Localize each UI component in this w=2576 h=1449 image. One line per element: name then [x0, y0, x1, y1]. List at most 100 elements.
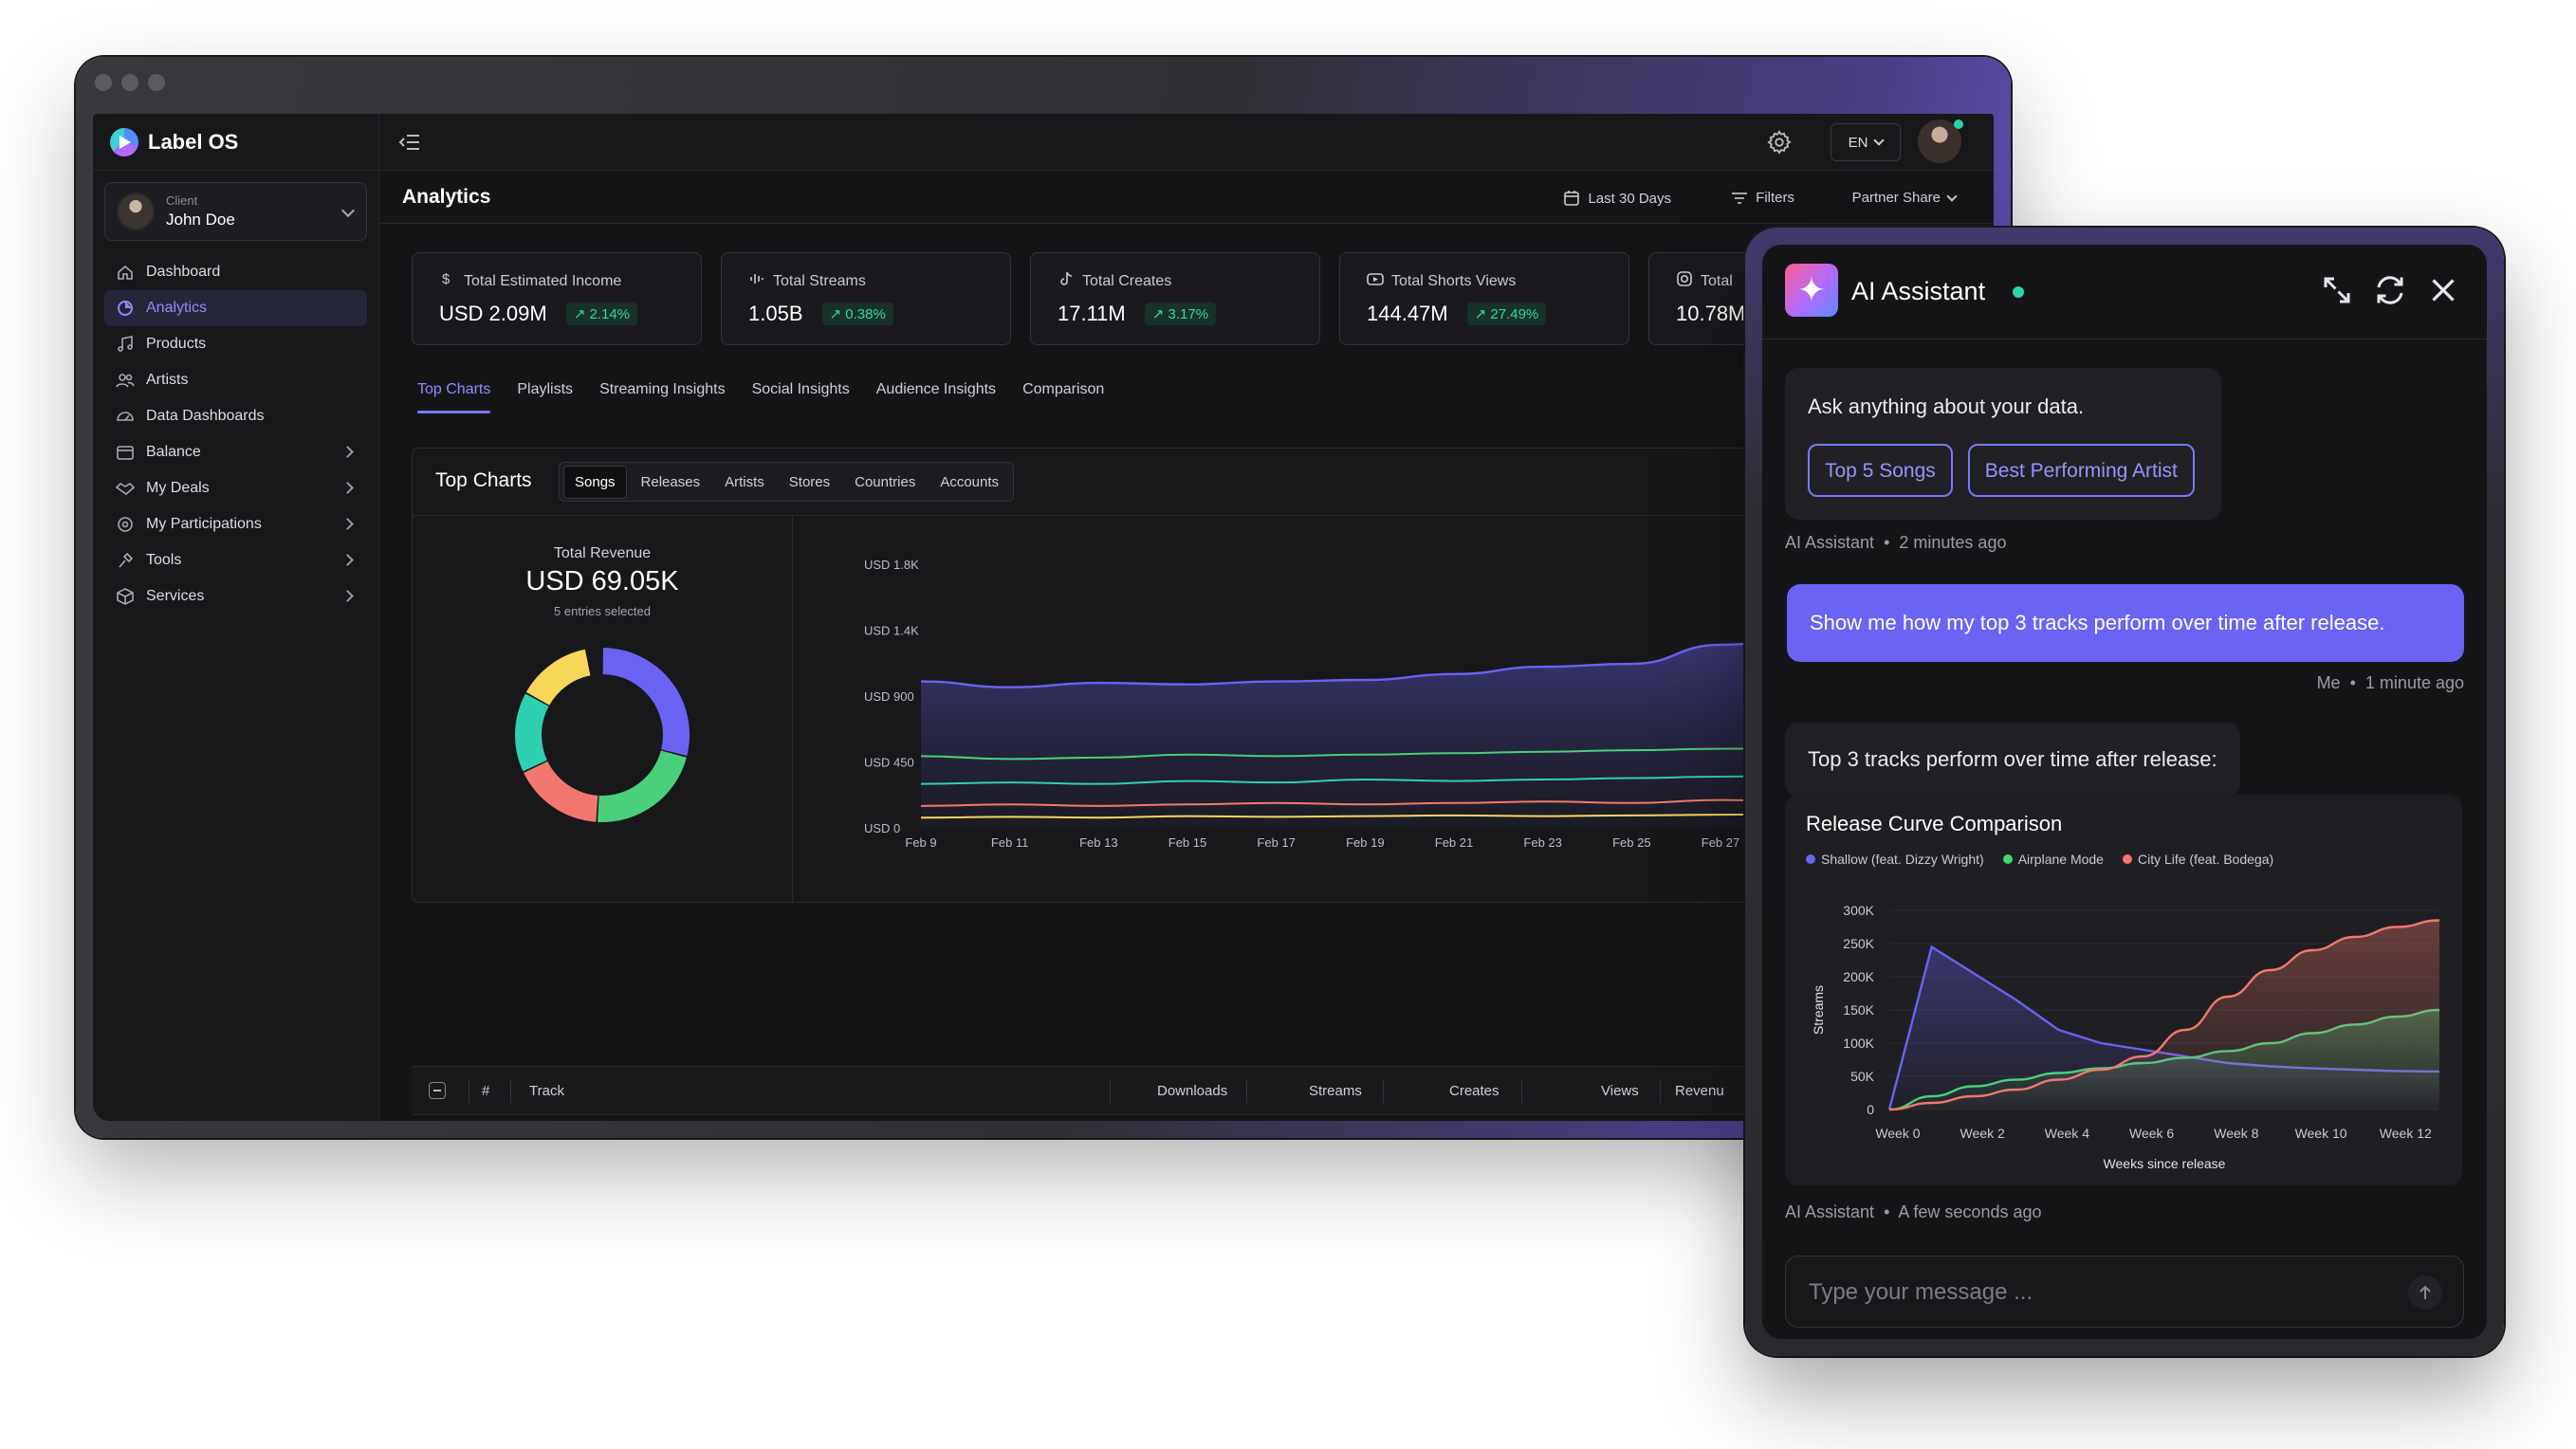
- y-axis-label: Streams: [1811, 985, 1826, 1035]
- sidebar-item-services[interactable]: Services: [104, 578, 367, 614]
- donut-slice[interactable]: [598, 750, 687, 822]
- kpi-card[interactable]: Total Shorts Views 144.47M ↗ 27.49%: [1339, 252, 1629, 345]
- col-header-downloads[interactable]: Downloads: [1157, 1083, 1227, 1099]
- kpi-delta-badge: ↗ 2.14%: [565, 303, 638, 325]
- sidebar-item-label: Analytics: [146, 300, 208, 316]
- col-header-creates[interactable]: Creates: [1449, 1083, 1500, 1099]
- tab-audience-insights[interactable]: Audience Insights: [876, 381, 996, 413]
- sidebar-item-my-participations[interactable]: My Participations: [104, 506, 367, 542]
- x-tick-label: Feb 15: [1168, 835, 1206, 850]
- client-selector[interactable]: Client John Doe: [104, 182, 367, 241]
- legend-item[interactable]: Airplane Mode: [2002, 852, 2104, 867]
- y-tick-label: 200K: [1843, 969, 1874, 984]
- legend-swatch: [1806, 854, 1815, 864]
- sidebar-item-dashboard[interactable]: Dashboard: [104, 254, 367, 290]
- tab-playlists[interactable]: Playlists: [517, 381, 573, 413]
- legend-item[interactable]: Shallow (feat. Dizzy Wright): [1806, 852, 1984, 867]
- brand[interactable]: Label OS: [93, 114, 378, 171]
- gear-icon[interactable]: [1766, 129, 1793, 156]
- tab-social-insights[interactable]: Social Insights: [752, 381, 850, 413]
- sidebar-item-analytics[interactable]: Analytics: [104, 290, 367, 326]
- send-button[interactable]: [2408, 1275, 2442, 1310]
- assistant-intro-message: Ask anything about your data. Top 5 Song…: [1785, 368, 2221, 520]
- chevron-down-icon: [1946, 190, 1958, 202]
- meta-sender: AI Assistant: [1785, 533, 1875, 552]
- select-all-checkbox[interactable]: [429, 1082, 446, 1099]
- legend-item[interactable]: City Life (feat. Bodega): [2122, 852, 2273, 867]
- segment-releases[interactable]: Releases: [631, 467, 711, 498]
- kpi-card[interactable]: Total Streams 1.05B ↗ 0.38%: [721, 252, 1011, 345]
- total-revenue-label: Total Revenue: [553, 545, 652, 561]
- user-message-text: Show me how my top 3 tracks perform over…: [1810, 611, 2385, 634]
- y-tick-label: USD 1.8K: [864, 558, 919, 572]
- x-tick-label: Feb 19: [1346, 835, 1384, 850]
- language-selector[interactable]: EN: [1831, 123, 1901, 161]
- window-zoom-dot[interactable]: [148, 74, 165, 91]
- window-minimize-dot[interactable]: [121, 74, 138, 91]
- tab-comparison[interactable]: Comparison: [1022, 381, 1104, 413]
- y-tick-label: 100K: [1843, 1036, 1874, 1051]
- suggestion-chip[interactable]: Best Performing Artist: [1967, 444, 2195, 497]
- x-tick-label: Week 6: [2129, 1126, 2174, 1141]
- total-revenue-value: USD 69.05K: [525, 566, 679, 596]
- kpi-value-row: 144.47M ↗ 27.49%: [1367, 302, 1602, 326]
- filters-button[interactable]: Filters: [1731, 190, 1794, 206]
- kpi-label: Total Streams: [773, 272, 866, 289]
- col-header-track[interactable]: Track: [529, 1083, 564, 1099]
- donut-slice[interactable]: [524, 761, 598, 822]
- kpi-value-row: 1.05B ↗ 0.38%: [748, 302, 984, 326]
- ai-assistant-window: ✦ AI Assistant Ask anything about your d…: [1745, 228, 2504, 1356]
- tab-top-charts[interactable]: Top Charts: [417, 381, 491, 413]
- col-header-revenue[interactable]: Revenu: [1675, 1083, 1724, 1099]
- refresh-icon[interactable]: [2373, 273, 2407, 307]
- suggestion-chips: Top 5 Songs Best Performing Artist: [1808, 444, 2195, 497]
- sidebar-item-products[interactable]: Products: [104, 326, 367, 362]
- kpi-card[interactable]: $ Total Estimated Income USD 2.09M ↗ 2.14%: [412, 252, 702, 345]
- expand-icon[interactable]: [2320, 273, 2354, 307]
- revenue-donut-chart: [515, 648, 690, 822]
- suggestion-chip[interactable]: Top 5 Songs: [1808, 444, 1953, 497]
- window-close-dot[interactable]: [95, 74, 112, 91]
- segment-stores[interactable]: Stores: [779, 467, 840, 498]
- sidebar-item-label: Data Dashboards: [146, 408, 265, 424]
- x-tick-label: Feb 21: [1435, 835, 1473, 850]
- meta-time: 1 minute ago: [2364, 673, 2464, 692]
- sidebar-item-label: Services: [146, 588, 205, 604]
- y-tick-label: USD 1.4K: [864, 624, 919, 638]
- user-meta: Me • 1 minute ago: [2317, 673, 2464, 693]
- entries-selected: 5 entries selected: [554, 604, 651, 618]
- sidebar-item-my-deals[interactable]: My Deals: [104, 470, 367, 506]
- sidebar-item-artists[interactable]: Artists: [104, 362, 367, 398]
- chevron-right-icon: [341, 482, 354, 494]
- sidebar-item-balance[interactable]: Balance: [104, 434, 367, 470]
- ai-header: ✦ AI Assistant: [1762, 245, 2487, 339]
- sidebar-item-tools[interactable]: Tools: [104, 542, 367, 578]
- legend-label: Airplane Mode: [2017, 852, 2104, 867]
- legend-swatch: [2122, 854, 2132, 864]
- chart-title: Release Curve Comparison: [1806, 812, 2063, 835]
- sidebar-item-data-dashboards[interactable]: Data Dashboards: [104, 398, 367, 434]
- kpi-card[interactable]: Total Creates 17.11M ↗ 3.17%: [1030, 252, 1320, 345]
- col-header-streams[interactable]: Streams: [1309, 1083, 1362, 1099]
- entity-segmented-control: Songs Releases Artists Stores Countries Accou…: [559, 462, 1015, 502]
- trend-up-icon: ↗: [573, 306, 590, 322]
- segment-artists[interactable]: Artists: [714, 467, 775, 498]
- segment-songs[interactable]: Songs: [563, 465, 627, 499]
- sidebar-item-label: My Participations: [146, 516, 262, 532]
- date-range-picker[interactable]: Last 30 Days: [1563, 190, 1671, 207]
- wallet-icon: [116, 443, 135, 462]
- segment-accounts[interactable]: Accounts: [929, 467, 1009, 498]
- partner-share-selector[interactable]: Partner Share: [1852, 190, 1958, 206]
- donut-slice[interactable]: [525, 649, 591, 706]
- y-tick-label: 50K: [1850, 1069, 1875, 1084]
- tab-streaming-insights[interactable]: Streaming Insights: [599, 381, 726, 413]
- col-header-views[interactable]: Views: [1601, 1083, 1639, 1099]
- message-input[interactable]: [1809, 1275, 2359, 1310]
- user-avatar[interactable]: [1918, 119, 1963, 163]
- segment-countries[interactable]: Countries: [844, 467, 926, 498]
- donut-slice[interactable]: [515, 693, 549, 772]
- close-icon[interactable]: [2426, 273, 2460, 307]
- collapse-sidebar-icon[interactable]: [398, 133, 421, 152]
- donut-slice[interactable]: [602, 648, 690, 756]
- sidebar-item-label: My Deals: [146, 480, 210, 496]
